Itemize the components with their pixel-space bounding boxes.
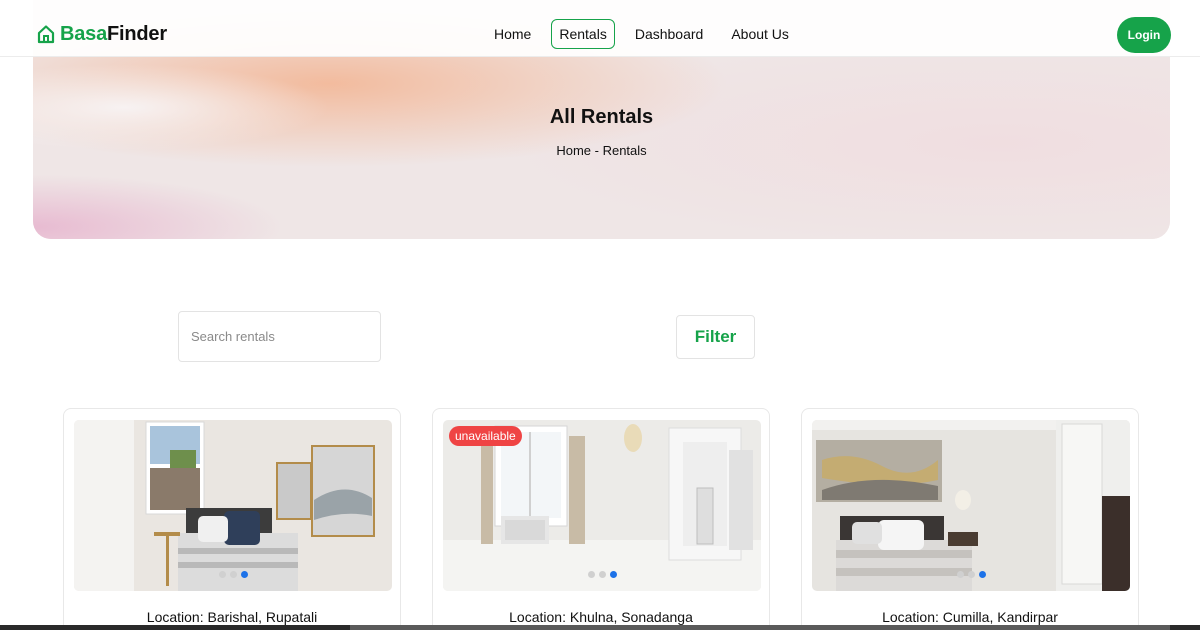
listing-location: Location: Cumilla, Kandirpar (882, 609, 1058, 625)
rental-image[interactable] (812, 420, 1130, 591)
rental-image[interactable]: unavailable (443, 420, 761, 591)
carousel-dot[interactable] (218, 571, 226, 578)
breadcrumb: Home - Rentals (556, 143, 647, 158)
carousel-dot-active[interactable] (978, 571, 986, 578)
brand-name: BasaFinder (60, 23, 167, 46)
bottom-bar-segment (350, 625, 1170, 630)
carousel-dots (812, 571, 1130, 578)
search-input[interactable] (178, 311, 381, 362)
rental-card[interactable]: Location: Barishal, Rupatali (63, 408, 401, 630)
brand-logo[interactable]: BasaFinder (37, 22, 167, 46)
carousel-dot[interactable] (598, 571, 606, 578)
carousel-dot-active[interactable] (240, 571, 248, 578)
page-title: All Rentals (549, 106, 654, 128)
brand-name-part1: Basa (60, 22, 108, 45)
carousel-dot[interactable] (956, 571, 964, 578)
brand-name-part2: Finder (107, 22, 167, 45)
rental-image[interactable] (74, 420, 392, 591)
carousel-dots (74, 571, 392, 578)
bedroom-photo (812, 420, 1130, 591)
rental-card[interactable]: unavailable Location: Khulna, Sonadanga (432, 408, 770, 630)
unavailable-badge: unavailable (449, 426, 522, 446)
login-button[interactable]: Login (1117, 17, 1171, 53)
carousel-dots (443, 571, 761, 578)
bedroom-photo (74, 420, 392, 591)
nav-home[interactable]: Home (486, 19, 539, 49)
header: BasaFinder Home Rentals Dashboard About … (0, 0, 1200, 57)
filter-button[interactable]: Filter (676, 315, 755, 359)
carousel-dot-active[interactable] (609, 571, 617, 578)
nav-rentals[interactable]: Rentals (551, 19, 615, 49)
carousel-dot[interactable] (967, 571, 975, 578)
rental-card[interactable]: Location: Cumilla, Kandirpar (801, 408, 1139, 630)
listing-location: Location: Barishal, Rupatali (146, 609, 318, 625)
nav-dashboard[interactable]: Dashboard (627, 19, 712, 49)
home-outline-icon (37, 25, 55, 44)
listing-location: Location: Khulna, Sonadanga (509, 609, 693, 625)
main-nav: Home Rentals Dashboard About Us (486, 19, 809, 49)
carousel-dot[interactable] (587, 571, 595, 578)
nav-about-us[interactable]: About Us (723, 19, 797, 49)
carousel-dot[interactable] (229, 571, 237, 578)
